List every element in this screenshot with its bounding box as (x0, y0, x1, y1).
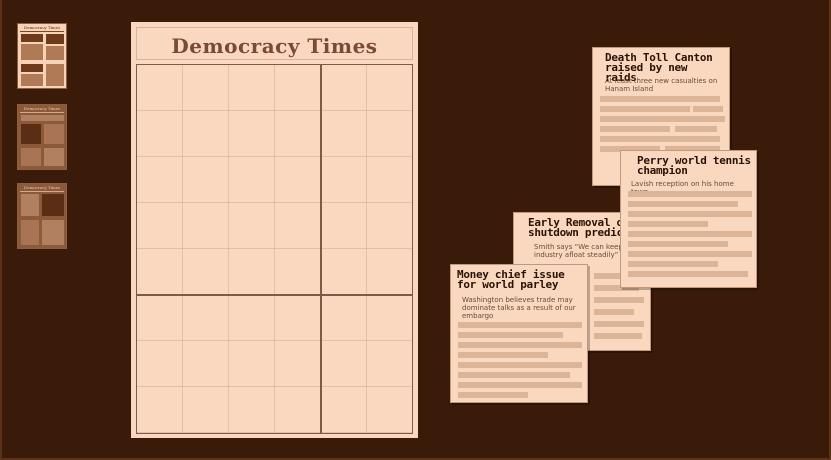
story-headline: Money chief issue for world parley (457, 268, 565, 291)
thumbnail-story-block (21, 74, 43, 86)
thumbnail-story-block (46, 64, 64, 86)
story-text-line (600, 136, 720, 142)
story-text-line (600, 116, 725, 122)
story-text-line (628, 251, 752, 257)
thumbnail-rule (20, 31, 64, 32)
column-divider (320, 65, 322, 433)
thumbnail-title: Democracy Times (23, 106, 61, 111)
story-text-line (600, 126, 670, 132)
newspaper-page: Democracy Times (131, 22, 418, 438)
thumbnail-story-block (46, 46, 64, 60)
masthead: Democracy Times (136, 27, 413, 60)
story-text-line (628, 261, 718, 267)
story-text-line (458, 392, 528, 398)
story-text-line (594, 333, 642, 339)
story-subtitle: At least three new casualties on Hanam I… (605, 77, 718, 93)
thumbnail-story-block (21, 194, 39, 216)
thumbnail-story-block (44, 148, 64, 166)
thumbnail-rule (20, 112, 64, 113)
story-text-line (458, 352, 548, 358)
story-text-line (458, 342, 582, 348)
story-text-line (458, 322, 582, 328)
thumbnail-edition-3[interactable]: Democracy Times (17, 183, 67, 249)
thumbnail-story-block (42, 220, 64, 245)
thumbnail-story-block (21, 124, 41, 144)
story-text-line (628, 241, 728, 247)
thumbnail-edition-1[interactable]: Democracy Times (17, 23, 67, 89)
thumbnail-story-block (21, 148, 41, 166)
story-text-line (693, 106, 723, 112)
thumbnail-title: Democracy Times (23, 25, 61, 30)
story-text-line (628, 191, 752, 197)
story-text-line (594, 297, 644, 303)
story-text-line (628, 231, 752, 237)
story-text-line (628, 201, 738, 207)
story-text-line (675, 126, 717, 132)
thumbnail-story-block (42, 194, 64, 216)
row-divider (137, 294, 412, 296)
story-subtitle: Washington believes trade may dominate t… (462, 296, 576, 320)
story-text-line (600, 106, 690, 112)
story-text-line (458, 382, 582, 388)
story-text-line (458, 332, 563, 338)
thumbnail-story-block (21, 220, 39, 245)
story-text-line (458, 362, 582, 368)
layout-grid[interactable] (136, 64, 413, 434)
story-text-line (628, 271, 748, 277)
story-text-line (458, 372, 570, 378)
thumbnail-story-block (44, 124, 64, 144)
story-text-line (594, 309, 634, 315)
thumbnail-story-block (21, 44, 43, 60)
story-text-line (600, 96, 720, 102)
story-headline: Perry world tennis champion (637, 154, 751, 177)
story-card-perry[interactable]: Perry world tennis champion Lavish recep… (620, 150, 757, 288)
story-text-line (594, 321, 644, 327)
thumbnail-story-block (21, 64, 43, 72)
thumbnail-edition-2[interactable]: Democracy Times (17, 104, 67, 170)
thumbnail-story-block (46, 34, 64, 44)
thumbnail-story-block (21, 115, 64, 121)
thumbnail-story-block (21, 34, 43, 42)
story-text-line (628, 221, 708, 227)
thumbnail-rule (20, 191, 64, 192)
masthead-title: Democracy Times (171, 34, 378, 58)
story-card-money-chief[interactable]: Money chief issue for world parley Washi… (450, 264, 588, 403)
story-text-line (628, 211, 752, 217)
thumbnail-title: Democracy Times (23, 185, 61, 190)
